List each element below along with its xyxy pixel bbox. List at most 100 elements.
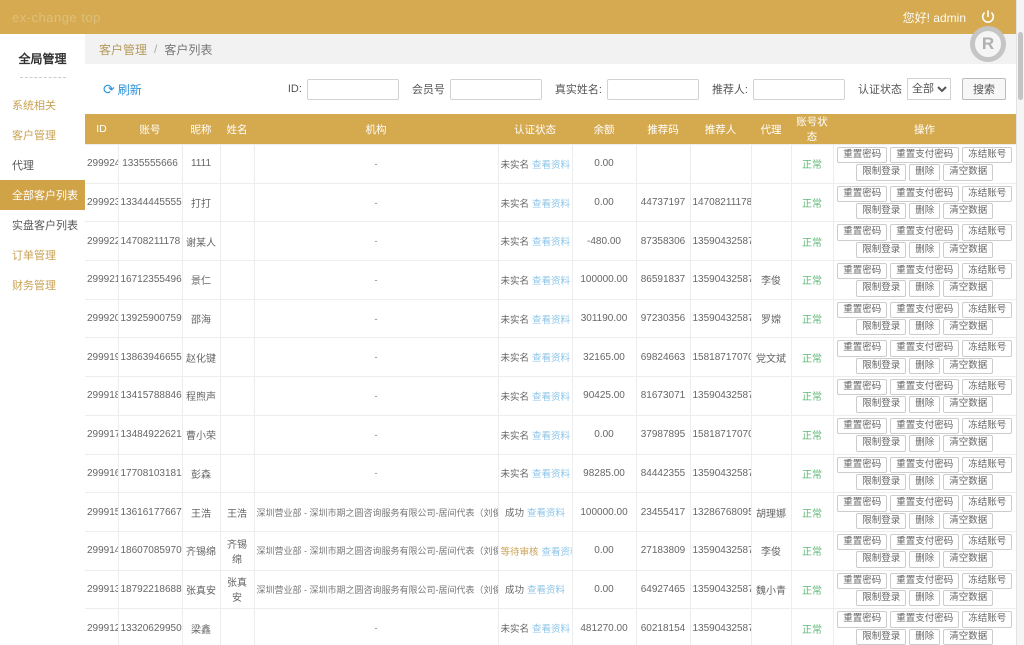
view-profile-link[interactable]: 查看资料: [532, 199, 570, 210]
freeze-account-button[interactable]: 冻结账号: [962, 185, 1013, 203]
sidebar-item[interactable]: 客户管理: [0, 120, 85, 150]
clear-data-button[interactable]: 清空数据: [943, 589, 994, 607]
reset-password-button[interactable]: 重置密码: [837, 456, 888, 473]
freeze-account-button[interactable]: 冻结账号: [962, 224, 1013, 241]
view-profile-link[interactable]: 查看资料: [532, 160, 570, 171]
freeze-account-button[interactable]: 冻结账号: [962, 611, 1013, 628]
delete-button[interactable]: 删除: [909, 512, 941, 529]
power-logout-icon[interactable]: [980, 9, 996, 25]
clear-data-button[interactable]: 清空数据: [943, 280, 994, 297]
delete-button[interactable]: 删除: [909, 435, 941, 452]
clear-data-button[interactable]: 清空数据: [943, 203, 994, 220]
delete-button[interactable]: 删除: [909, 203, 941, 220]
clear-data-button[interactable]: 清空数据: [943, 435, 994, 452]
restrict-login-button[interactable]: 限制登录: [856, 551, 907, 568]
reset-pay-password-button[interactable]: 重置支付密码: [890, 263, 960, 280]
restrict-login-button[interactable]: 限制登录: [856, 357, 907, 375]
clear-data-button[interactable]: 清空数据: [943, 241, 994, 259]
delete-button[interactable]: 删除: [909, 357, 941, 375]
freeze-account-button[interactable]: 冻结账号: [962, 301, 1013, 319]
sidebar-item[interactable]: 全部客户列表: [0, 180, 85, 210]
clear-data-button[interactable]: 清空数据: [943, 164, 994, 181]
reset-pay-password-button[interactable]: 重置支付密码: [890, 417, 960, 435]
freeze-account-button[interactable]: 冻结账号: [962, 495, 1013, 512]
freeze-account-button[interactable]: 冻结账号: [962, 572, 1013, 589]
reset-pay-password-button[interactable]: 重置支付密码: [890, 379, 960, 396]
freeze-account-button[interactable]: 冻结账号: [962, 147, 1013, 164]
freeze-account-button[interactable]: 冻结账号: [962, 379, 1013, 396]
scrollbar-thumb[interactable]: [1018, 32, 1023, 100]
reset-password-button[interactable]: 重置密码: [837, 495, 888, 512]
delete-button[interactable]: 删除: [909, 396, 941, 413]
delete-button[interactable]: 删除: [909, 551, 941, 568]
reset-pay-password-button[interactable]: 重置支付密码: [890, 495, 960, 512]
restrict-login-button[interactable]: 限制登录: [856, 319, 907, 336]
reset-pay-password-button[interactable]: 重置支付密码: [890, 572, 960, 589]
clear-data-button[interactable]: 清空数据: [943, 551, 994, 568]
view-profile-link[interactable]: 查看资料: [532, 315, 570, 326]
restrict-login-button[interactable]: 限制登录: [856, 203, 907, 220]
clear-data-button[interactable]: 清空数据: [943, 473, 994, 491]
breadcrumb-item-customer-management[interactable]: 客户管理: [99, 41, 147, 58]
view-profile-link[interactable]: 查看资料: [532, 392, 570, 403]
freeze-account-button[interactable]: 冻结账号: [962, 263, 1013, 280]
auth-status-select[interactable]: 全部: [907, 78, 951, 100]
reset-password-button[interactable]: 重置密码: [837, 417, 888, 435]
id-filter-input[interactable]: [306, 78, 399, 100]
reset-pay-password-button[interactable]: 重置支付密码: [890, 147, 960, 164]
delete-button[interactable]: 删除: [909, 473, 941, 491]
sidebar-item[interactable]: 代理: [0, 150, 85, 180]
restrict-login-button[interactable]: 限制登录: [856, 164, 907, 181]
reset-pay-password-button[interactable]: 重置支付密码: [890, 224, 960, 241]
restrict-login-button[interactable]: 限制登录: [856, 435, 907, 452]
delete-button[interactable]: 删除: [909, 241, 941, 259]
view-profile-link[interactable]: 查看资料: [532, 624, 570, 635]
vertical-scrollbar[interactable]: [1016, 0, 1024, 645]
delete-button[interactable]: 删除: [909, 164, 941, 181]
reset-password-button[interactable]: 重置密码: [837, 379, 888, 396]
reset-password-button[interactable]: 重置密码: [837, 340, 888, 357]
restrict-login-button[interactable]: 限制登录: [856, 396, 907, 413]
reset-pay-password-button[interactable]: 重置支付密码: [890, 185, 960, 203]
view-profile-link[interactable]: 查看资料: [532, 353, 570, 364]
reset-pay-password-button[interactable]: 重置支付密码: [890, 456, 960, 473]
search-button[interactable]: 搜索: [962, 78, 1006, 100]
restrict-login-button[interactable]: 限制登录: [856, 512, 907, 529]
freeze-account-button[interactable]: 冻结账号: [962, 417, 1013, 435]
view-profile-link[interactable]: 查看资料: [532, 431, 570, 442]
view-profile-link[interactable]: 查看资料: [532, 276, 570, 287]
member-filter-input[interactable]: [449, 78, 542, 100]
reset-password-button[interactable]: 重置密码: [837, 263, 888, 280]
view-profile-link[interactable]: 查看资料: [542, 547, 571, 558]
sidebar-item[interactable]: 订单管理: [0, 240, 85, 270]
restrict-login-button[interactable]: 限制登录: [856, 241, 907, 259]
view-profile-link[interactable]: 查看资料: [532, 237, 570, 248]
sidebar-item[interactable]: 实盘客户列表: [0, 210, 85, 240]
reset-password-button[interactable]: 重置密码: [837, 611, 888, 628]
refresh-button[interactable]: ⟳ 刷新: [103, 81, 142, 98]
reset-pay-password-button[interactable]: 重置支付密码: [890, 533, 960, 551]
freeze-account-button[interactable]: 冻结账号: [962, 533, 1013, 551]
reset-password-button[interactable]: 重置密码: [837, 572, 888, 589]
view-profile-link[interactable]: 查看资料: [532, 469, 570, 480]
freeze-account-button[interactable]: 冻结账号: [962, 456, 1013, 473]
delete-button[interactable]: 删除: [909, 319, 941, 336]
delete-button[interactable]: 删除: [909, 280, 941, 297]
reset-password-button[interactable]: 重置密码: [837, 224, 888, 241]
clear-data-button[interactable]: 清空数据: [943, 357, 994, 375]
sidebar-item[interactable]: 财务管理: [0, 270, 85, 300]
reset-pay-password-button[interactable]: 重置支付密码: [890, 301, 960, 319]
reset-pay-password-button[interactable]: 重置支付密码: [890, 611, 960, 628]
clear-data-button[interactable]: 清空数据: [943, 512, 994, 529]
clear-data-button[interactable]: 清空数据: [943, 396, 994, 413]
realname-filter-input[interactable]: [606, 78, 699, 100]
reset-password-button[interactable]: 重置密码: [837, 185, 888, 203]
view-profile-link[interactable]: 查看资料: [527, 585, 565, 596]
delete-button[interactable]: 删除: [909, 628, 941, 645]
freeze-account-button[interactable]: 冻结账号: [962, 340, 1013, 357]
view-profile-link[interactable]: 查看资料: [527, 508, 565, 519]
sidebar-item[interactable]: 系统相关: [0, 90, 85, 120]
referrer-filter-input[interactable]: [753, 78, 845, 100]
restrict-login-button[interactable]: 限制登录: [856, 473, 907, 491]
reset-password-button[interactable]: 重置密码: [837, 147, 888, 164]
